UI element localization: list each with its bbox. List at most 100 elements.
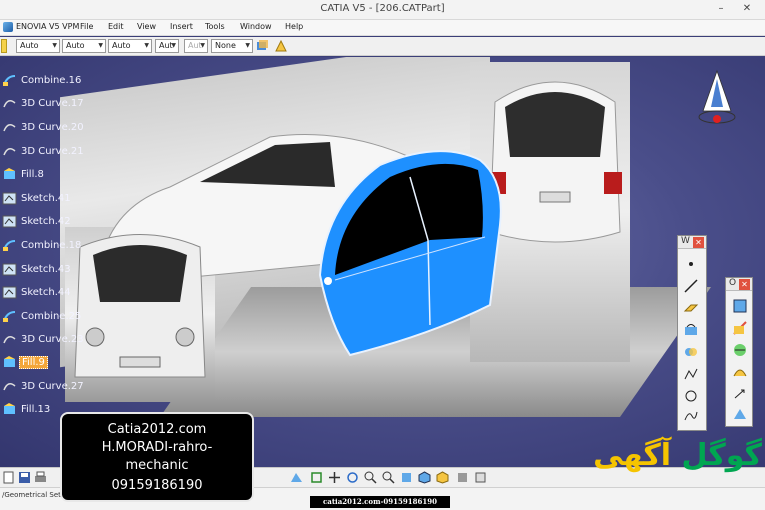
save-icon[interactable] [18,471,31,484]
tree-item-fill-8[interactable]: Fill.8 [2,166,46,182]
zoom-in-icon[interactable] [364,471,377,484]
menu-insert[interactable]: Insert [170,22,193,31]
menu-file[interactable]: File [80,22,93,31]
sketch-icon [2,263,17,275]
tree-item-combine-16[interactable]: Combine.16 [2,72,83,88]
plane-icon[interactable] [683,300,699,316]
join-icon[interactable] [732,298,748,314]
tree-item-sketch-41[interactable]: Sketch.41 [2,190,73,206]
tree-item-3d-curve-20[interactable]: 3D Curve.20 [2,119,86,135]
trim-icon[interactable] [732,342,748,358]
projection-icon[interactable] [683,322,699,338]
menu-tools[interactable]: Tools [205,22,225,31]
print-icon[interactable] [34,471,47,484]
layer-combo[interactable]: None ▼ [211,39,253,53]
tree-item-3d-curve-27[interactable]: 3D Curve.27 [2,378,86,394]
compass-icon[interactable] [695,69,740,129]
polyline-icon[interactable] [683,366,699,382]
intersection-icon[interactable] [683,344,699,360]
watermark-line: mechanic [125,458,189,473]
extrapolate-icon[interactable] [732,364,748,380]
iso-view-icon[interactable] [418,471,431,484]
new-icon[interactable] [2,471,15,484]
3d-viewport[interactable]: Combine.16 3D Curve.17 3D Curve.20 3D Cu… [0,57,765,467]
curve-icon [3,147,16,155]
curve-icon [3,335,16,343]
translate-icon[interactable] [732,386,748,402]
fly-icon[interactable] [290,471,303,484]
format-painter-icon[interactable] [256,39,270,53]
toolbar-header: W ✕ [678,236,706,249]
watermark-line: Catia2012.com [107,422,207,437]
hide-show-icon[interactable] [456,471,469,484]
transparency-combo[interactable]: Auto ▼ [62,39,106,53]
curve-icon [3,99,16,107]
shading-icon[interactable] [436,471,449,484]
tree-item-label: Combine.16 [21,74,82,86]
brand-text-yellow: آگهی [593,438,672,473]
point-style-combo[interactable]: Aut ▼ [184,39,208,53]
color-swatch-icon[interactable] [1,39,7,53]
menu-help[interactable]: Help [285,22,303,31]
symmetry-icon[interactable] [732,406,748,422]
circle-icon[interactable] [683,388,699,404]
tree-item-3d-curve-17[interactable]: 3D Curve.17 [2,95,86,111]
enovia-icon [3,22,13,32]
combine-icon [3,239,16,251]
tree-item-fill-13[interactable]: Fill.13 [2,401,52,417]
spline-icon[interactable] [683,408,699,424]
tree-item-label: 3D Curve.17 [21,97,84,109]
minimize-button[interactable]: – [714,2,728,16]
menu-view[interactable]: View [137,22,156,31]
tree-item-combine-25[interactable]: Combine.25 [2,308,83,324]
split-icon[interactable] [732,320,748,336]
rotate-icon[interactable] [346,471,359,484]
brand-logo: گوگل آگهی [490,438,762,478]
watermark-line: H.MORADI-rahro- [101,440,213,455]
tree-item-3d-curve-23[interactable]: 3D Curve.23 [2,331,86,347]
tree-item-label: Fill.13 [21,403,51,415]
toolbar-title: O [729,278,737,288]
linetype-combo[interactable]: Auto ▼ [108,39,152,53]
toolbar-title: W [681,236,690,246]
door-surface[interactable] [310,145,510,360]
pan-icon[interactable] [328,471,341,484]
properties-toolbar: Auto ▼ Auto ▼ Auto ▼ Aut ▼ Aut ▼ None ▼ [0,37,765,56]
tree-item-sketch-43[interactable]: Sketch.43 [2,261,73,277]
zoom-out-icon[interactable] [382,471,395,484]
status-text: /Geometrical Set [2,491,61,499]
tree-item-label: Sketch.44 [21,286,71,298]
curve-icon [3,382,16,390]
curve-icon [3,123,16,131]
combine-icon [3,310,16,322]
line-icon[interactable] [683,278,699,294]
tree-item-label: 3D Curve.27 [21,380,84,392]
tree-item-label: 3D Curve.23 [21,333,84,345]
watermark-strip: catia2012.com-09159186190 [310,496,450,508]
close-icon[interactable]: ✕ [693,237,704,248]
tree-item-sketch-44[interactable]: Sketch.44 [2,284,73,300]
tree-item-fill-9[interactable]: Fill.9 [2,354,48,370]
normal-view-icon[interactable] [400,471,413,484]
close-icon[interactable]: ✕ [739,279,750,290]
close-button[interactable]: ✕ [740,2,754,16]
fit-all-icon[interactable] [310,471,323,484]
fill-icon [4,167,15,179]
menu-enovia[interactable]: ENOVIA V5 VPM [16,22,79,31]
menu-window[interactable]: Window [240,22,272,31]
thickness-combo[interactable]: Aut ▼ [155,39,179,53]
tree-item-3d-curve-21[interactable]: 3D Curve.21 [2,143,86,159]
graphic-properties-icon[interactable] [274,39,288,53]
menu-edit[interactable]: Edit [108,22,124,31]
toolbar-header: O ✕ [726,278,752,291]
point-icon[interactable] [683,256,699,272]
tree-item-label: Combine.25 [21,310,82,322]
tree-item-sketch-42[interactable]: Sketch.42 [2,213,73,229]
fill-icon [4,355,15,367]
specification-tree: Combine.16 3D Curve.17 3D Curve.20 3D Cu… [0,57,95,427]
tree-item-combine-18[interactable]: Combine.18 [2,237,83,253]
color-combo[interactable]: Auto ▼ [16,39,60,53]
swap-space-icon[interactable] [474,471,487,484]
sketch-icon [2,286,17,298]
brand-text-green: گوگل [681,438,762,473]
